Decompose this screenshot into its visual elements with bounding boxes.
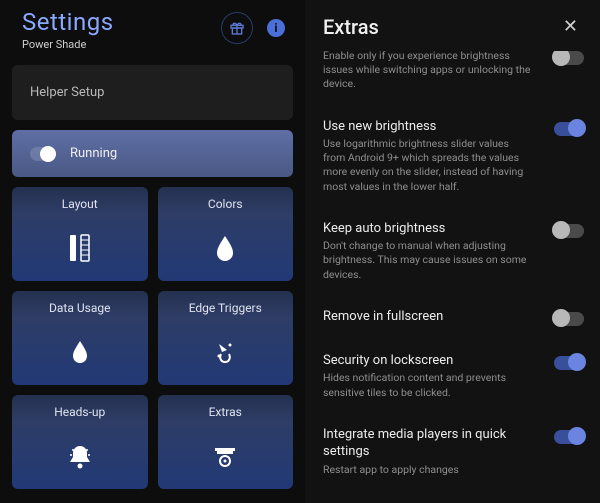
toggle-partial-brightness[interactable] [554,51,584,65]
setting-security-on-lockscreen[interactable]: Security on lockscreen Hides notificatio… [323,340,584,414]
setting-desc: Use logarithmic brightness slider values… [323,137,533,194]
setting-integrate-media-players[interactable]: Integrate media players in quick setting… [323,414,584,491]
heads-up-icon [66,431,94,481]
gift-icon[interactable] [221,12,253,44]
setting-desc: Restart app to apply changes [323,463,533,477]
tile-label: Colors [208,197,243,211]
extras-title: Extras [323,15,379,39]
setting-partial-brightness[interactable]: Enable only if you experience brightness… [323,51,584,106]
setting-title: Keep auto brightness [323,220,544,238]
page-title: Settings [22,8,114,36]
tile-label: Layout [62,197,98,211]
extras-header: Extras ✕ [305,0,600,51]
extras-icon [211,431,239,481]
close-icon[interactable]: ✕ [559,12,582,41]
helper-setup-button[interactable]: Helper Setup [12,65,293,120]
setting-use-new-brightness[interactable]: Use new brightness Use logarithmic brigh… [323,106,584,208]
setting-title: Integrate media players in quick setting… [323,426,544,461]
tile-extras[interactable]: Extras [158,395,294,489]
tile-label: Extras [209,405,242,419]
setting-desc: Enable only if you experience brightness… [323,51,533,92]
setting-title: Remove in fullscreen [323,308,544,326]
running-toggle[interactable] [30,147,56,161]
info-icon[interactable]: i [267,19,285,37]
tile-edge-triggers[interactable]: Edge Triggers [158,291,294,385]
toggle-security-on-lockscreen[interactable] [554,356,584,370]
setting-keep-auto-brightness[interactable]: Keep auto brightness Don't change to man… [323,208,584,296]
setting-desc: Hides notification content and prevents … [323,371,533,399]
tile-colors[interactable]: Colors [158,187,294,281]
layout-icon [67,223,93,273]
tile-data-usage[interactable]: Data Usage [12,291,148,385]
data-usage-icon [69,327,91,377]
running-label: Running [70,146,117,161]
tile-label: Heads-up [54,405,105,419]
setting-title: Use new brightness [323,118,544,136]
page-subtitle: Power Shade [22,38,114,51]
helper-setup-label: Helper Setup [30,85,104,100]
running-row[interactable]: Running [12,130,293,177]
tile-label: Data Usage [49,301,110,315]
tile-layout[interactable]: Layout [12,187,148,281]
settings-header: Settings Power Shade i [12,0,293,65]
tile-label: Edge Triggers [189,301,262,315]
colors-icon [212,223,238,273]
setting-title: Security on lockscreen [323,352,544,370]
extras-pane: Extras ✕ Enable only if you experience b… [305,0,600,503]
setting-remove-in-fullscreen[interactable]: Remove in fullscreen [323,296,584,340]
toggle-keep-auto-brightness[interactable] [554,224,584,238]
edge-triggers-icon [213,327,237,377]
settings-list: Enable only if you experience brightness… [305,51,600,503]
setting-desc: Don't change to manual when adjusting br… [323,239,533,282]
toggle-remove-in-fullscreen[interactable] [554,312,584,326]
toggle-integrate-media-players[interactable] [554,430,584,444]
toggle-use-new-brightness[interactable] [554,122,584,136]
setting-use-roboto-font[interactable]: Use Roboto font Restart app to apply cha… [323,491,584,503]
tile-heads-up[interactable]: Heads-up [12,395,148,489]
settings-pane: Settings Power Shade i Helper Setup Runn… [0,0,305,503]
